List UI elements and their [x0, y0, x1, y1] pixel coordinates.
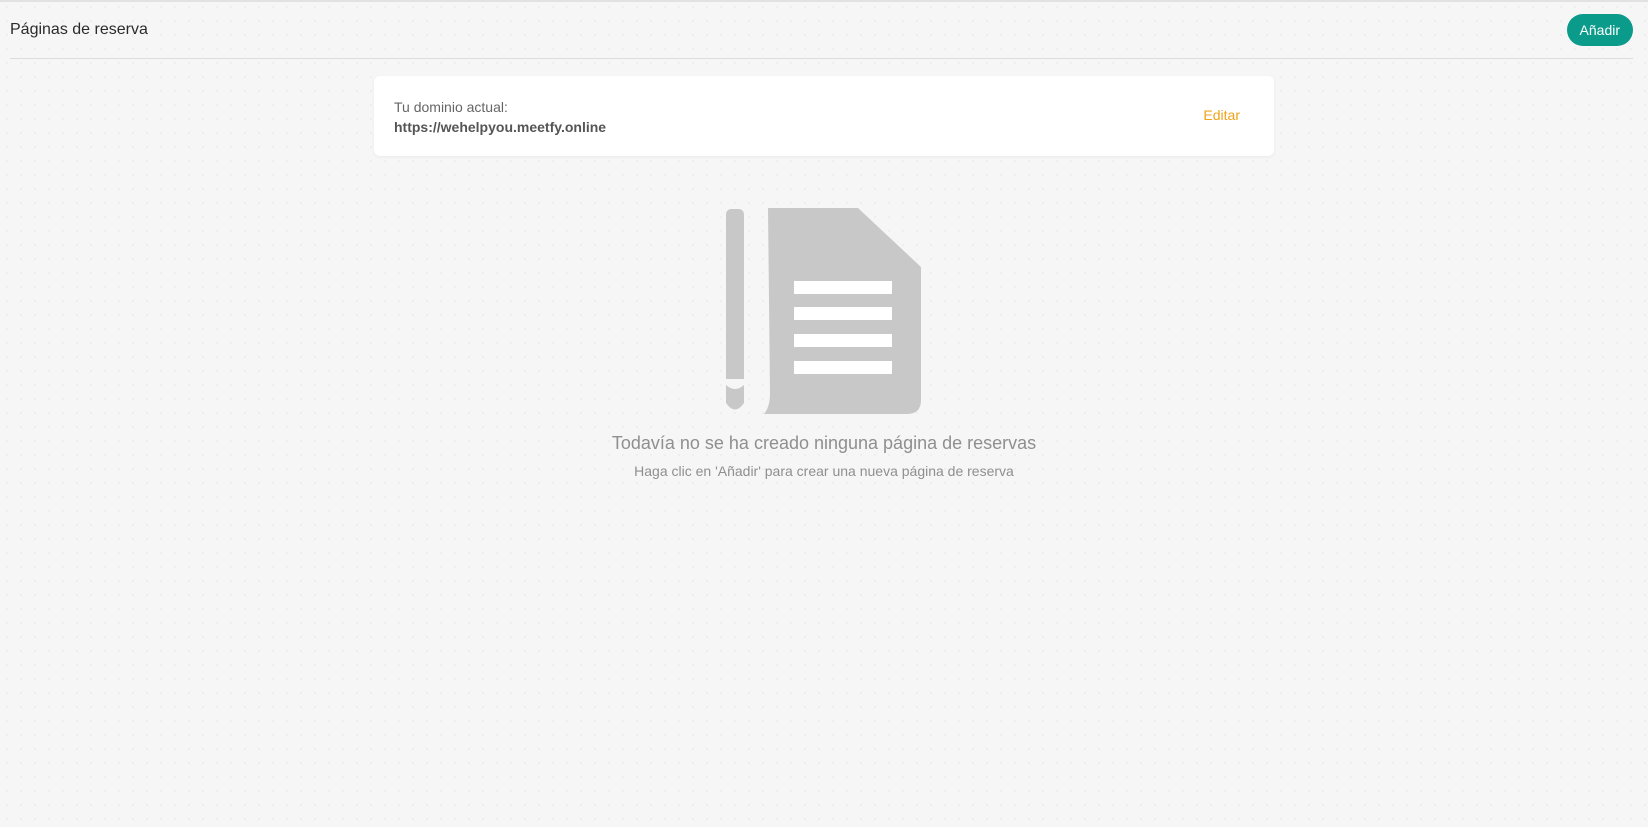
- empty-state-subtitle: Haga clic en 'Añadir' para crear una nue…: [634, 463, 1014, 479]
- empty-state-title: Todavía no se ha creado ninguna página d…: [611, 433, 1037, 453]
- edit-domain-link[interactable]: Editar: [1203, 107, 1240, 123]
- domain-card: Tu dominio actual: https://wehelpyou.mee…: [374, 76, 1274, 156]
- document-pen-icon: [724, 207, 924, 419]
- domain-label: Tu dominio actual:: [394, 99, 508, 115]
- page-header: Páginas de reserva Añadir: [10, 2, 1633, 59]
- add-button[interactable]: Añadir: [1566, 14, 1633, 46]
- domain-url: https://wehelpyou.meetfy.online: [394, 119, 607, 135]
- page-title: Páginas de reserva: [10, 21, 148, 38]
